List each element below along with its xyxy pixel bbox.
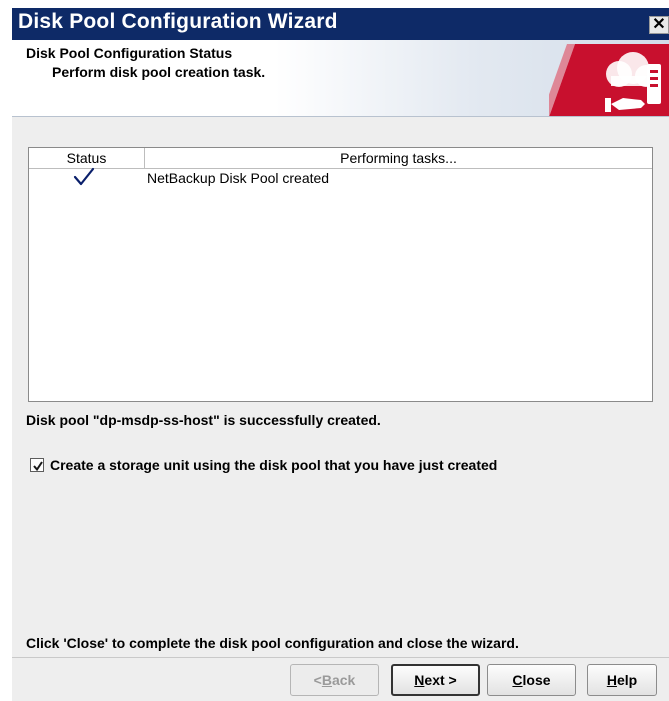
back-button-mnemonic: B: [321, 672, 332, 688]
next-button-rest: ext >: [424, 672, 457, 688]
table-header: Status Performing tasks...: [29, 148, 652, 169]
wizard-content-panel: Status Performing tasks... NetBackup Dis…: [12, 117, 669, 657]
close-button-mnemonic: C: [512, 672, 523, 688]
header-subtitle: Perform disk pool creation task.: [52, 64, 266, 80]
back-button-prefix: <: [313, 672, 322, 688]
wizard-header: Disk Pool Configuration Status Perform d…: [12, 40, 669, 117]
checkmark-icon: [73, 167, 95, 186]
window-close-button[interactable]: ✕: [649, 16, 669, 34]
checkbox-check-icon: [33, 461, 43, 472]
success-message: Disk pool "dp-msdp-ss-host" is successfu…: [26, 412, 381, 428]
column-header-status[interactable]: Status: [29, 148, 145, 168]
back-button[interactable]: < Back: [290, 664, 379, 696]
task-status-table: Status Performing tasks... NetBackup Dis…: [28, 147, 653, 402]
footer-instruction: Click 'Close' to complete the disk pool …: [26, 635, 519, 651]
status-cell: [29, 167, 145, 189]
window-titlebar: Disk Pool Configuration Wizard ✕: [12, 8, 669, 40]
close-icon: ✕: [652, 16, 666, 33]
next-button-mnemonic: N: [414, 672, 425, 688]
task-cell: NetBackup Disk Pool created: [147, 170, 330, 186]
help-button[interactable]: Help: [587, 664, 657, 696]
close-button-rest: lose: [522, 672, 551, 688]
wizard-button-bar: < Back Next > Close Help: [12, 657, 669, 701]
header-title: Disk Pool Configuration Status: [26, 45, 233, 61]
window-title: Disk Pool Configuration Wizard: [18, 10, 338, 33]
help-button-rest: elp: [616, 672, 638, 688]
column-header-tasks[interactable]: Performing tasks...: [145, 148, 652, 168]
back-button-rest: ack: [331, 672, 356, 688]
storage-unit-checkbox-label[interactable]: Create a storage unit using the disk poo…: [50, 457, 497, 473]
netbackup-cloud-icon: [549, 44, 669, 116]
storage-unit-checkbox[interactable]: [30, 458, 44, 472]
help-button-mnemonic: H: [606, 672, 617, 688]
storage-unit-option[interactable]: Create a storage unit using the disk poo…: [30, 457, 497, 473]
close-button[interactable]: Close: [487, 664, 576, 696]
table-row[interactable]: NetBackup Disk Pool created: [29, 167, 652, 189]
next-button[interactable]: Next >: [391, 664, 480, 696]
